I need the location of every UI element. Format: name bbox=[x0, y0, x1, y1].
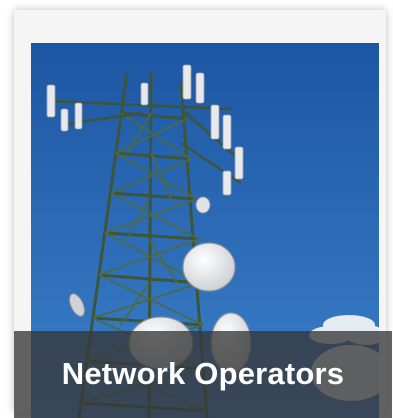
network-operators-tile[interactable]: Network Operators bbox=[0, 0, 393, 418]
caption-band: Network Operators bbox=[14, 331, 392, 418]
tile-title[interactable]: Network Operators bbox=[62, 356, 344, 394]
